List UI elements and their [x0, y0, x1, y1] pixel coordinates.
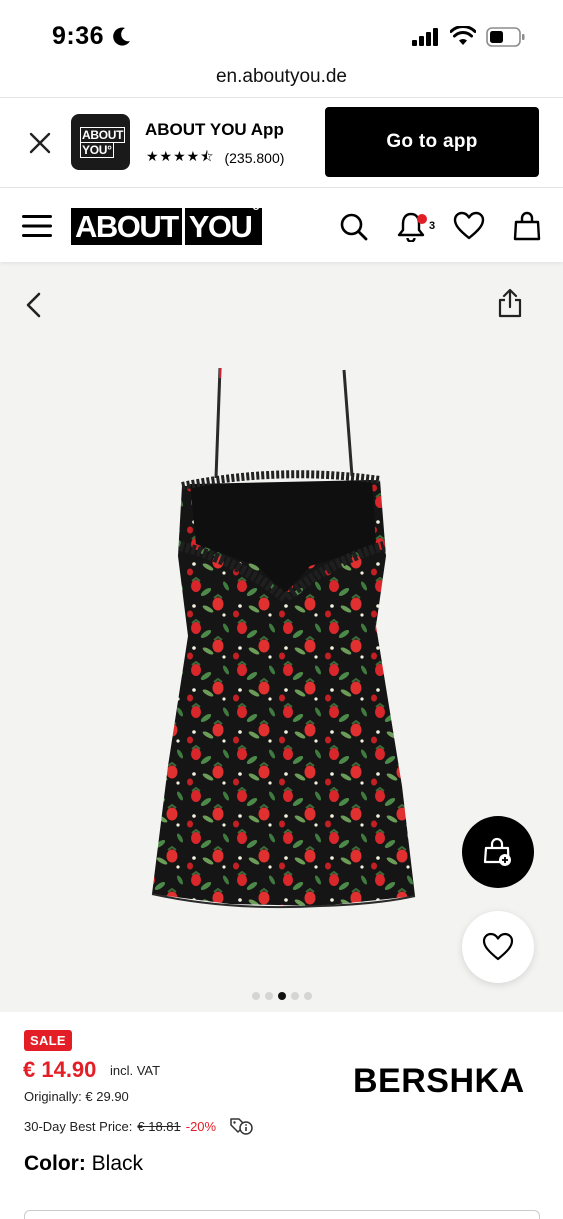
battery-icon: [486, 27, 525, 47]
status-bar: 9:36: [0, 0, 563, 68]
brand-name[interactable]: BERSHKA: [353, 1062, 525, 1101]
sale-badge: SALE: [24, 1030, 72, 1051]
app-logo-line2: YOU°: [80, 141, 114, 158]
menu-icon[interactable]: [22, 215, 52, 237]
signal-icon: [412, 28, 438, 46]
original-price: Originally: € 29.90: [24, 1089, 129, 1104]
heart-icon: [482, 932, 514, 961]
back-chevron-icon[interactable]: [24, 292, 44, 318]
site-logo[interactable]: ABOUT YOUo: [71, 199, 263, 245]
current-price: € 14.90: [23, 1057, 97, 1082]
close-icon[interactable]: [26, 129, 54, 157]
app-logo: ABOUT YOU°: [71, 114, 130, 170]
pagination-dot[interactable]: [251, 992, 260, 1000]
gallery-pagination[interactable]: [0, 992, 563, 1000]
best-price-row: 30-Day Best Price: € 18.81 -20%: [24, 1116, 253, 1136]
product-gallery[interactable]: [0, 262, 563, 1012]
url-bar[interactable]: en.aboutyou.de: [0, 64, 563, 98]
vat-note: incl. VAT: [110, 1063, 161, 1078]
moon-icon: [113, 27, 130, 46]
rating-stars: ★★★★⯪: [146, 148, 215, 164]
color-row: Color: Black: [24, 1152, 143, 1176]
bag-icon[interactable]: [513, 210, 541, 242]
status-time: 9:36: [52, 22, 105, 50]
pagination-dot[interactable]: [303, 992, 312, 1000]
best-price-value: € 18.81: [137, 1118, 181, 1134]
go-to-app-button[interactable]: Go to app: [325, 107, 539, 177]
price-info-icon[interactable]: [229, 1116, 253, 1136]
add-to-wishlist-button[interactable]: [462, 911, 534, 983]
best-price-label: 30-Day Best Price:: [24, 1118, 133, 1134]
wifi-icon: [450, 26, 476, 45]
notification-dot: [417, 214, 427, 224]
share-icon[interactable]: [497, 288, 523, 318]
color-label: Color:: [24, 1152, 86, 1175]
url-text: en.aboutyou.de: [215, 66, 347, 87]
app-name: ABOUT YOU App: [145, 120, 284, 139]
size-selector[interactable]: [24, 1210, 540, 1219]
app-install-banner: ABOUT YOU° ABOUT YOU App ★★★★⯪ (235.800)…: [0, 97, 563, 188]
logo-part2: YOU: [188, 209, 253, 244]
product-image-dress: [151, 367, 416, 909]
app-logo-line1: ABOUT: [80, 127, 126, 143]
logo-part1: ABOUT: [71, 208, 182, 245]
color-value: Black: [91, 1152, 144, 1175]
bag-add-icon: [483, 837, 511, 866]
wishlist-icon[interactable]: [453, 211, 485, 241]
add-to-bag-button[interactable]: [462, 816, 534, 888]
notification-count: 3: [429, 220, 436, 232]
logo-sup: o: [252, 199, 259, 213]
product-page: 9:36 en.aboutyou.de ABOUT YOU° ABOUT YOU…: [0, 0, 563, 1219]
rating-count: (235.800): [224, 150, 285, 166]
pagination-dot[interactable]: [264, 992, 273, 1000]
logo-part2-box: YOUo: [184, 199, 263, 245]
pagination-dot-active[interactable]: [277, 992, 286, 1000]
pagination-dot[interactable]: [290, 992, 299, 1000]
search-icon[interactable]: [339, 212, 369, 242]
best-price-discount: -20%: [185, 1118, 217, 1134]
app-rating: ★★★★⯪ (235.800): [146, 146, 284, 170]
